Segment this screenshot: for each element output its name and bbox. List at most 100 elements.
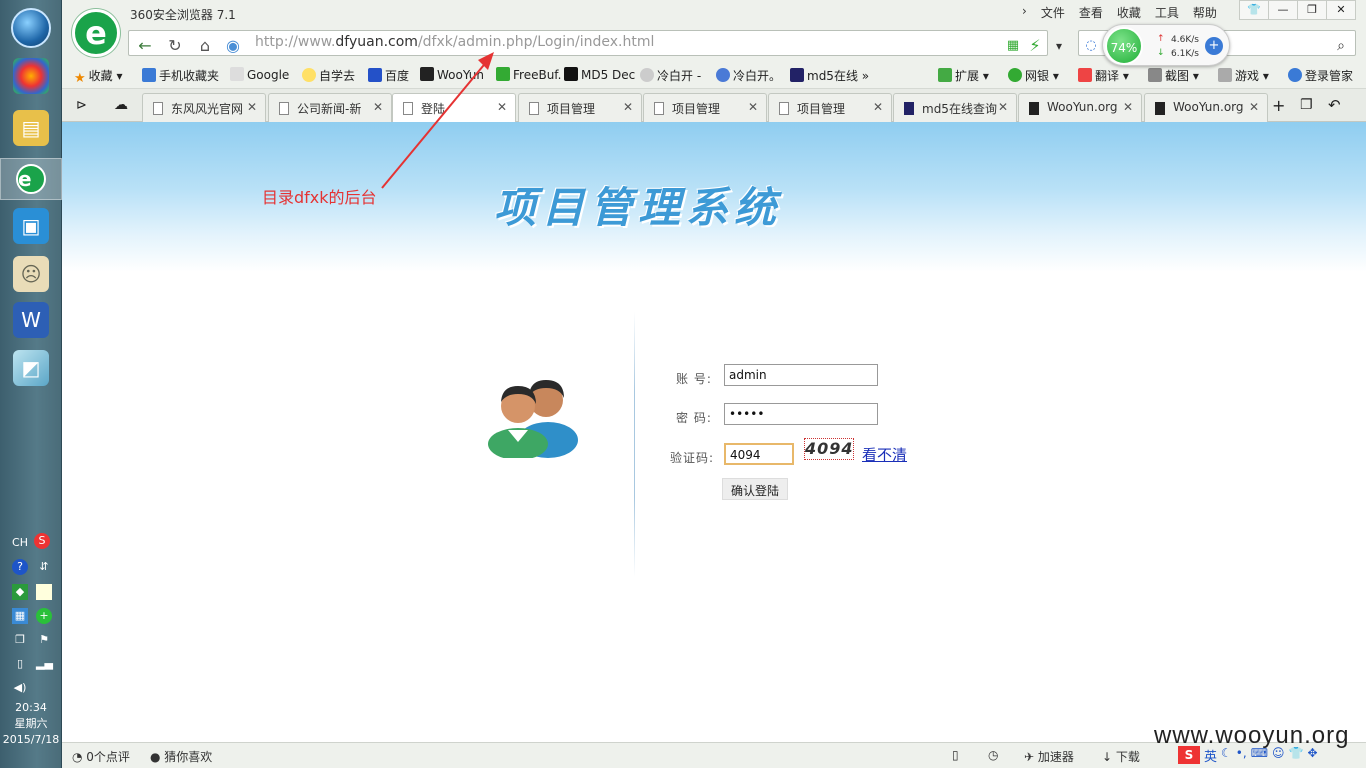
bulb-icon[interactable] (36, 584, 52, 600)
display-icon[interactable]: ▦ (12, 608, 28, 624)
gauge-icon[interactable]: ◷ (988, 748, 998, 762)
guess-status[interactable]: ● 猜你喜欢 (150, 748, 212, 765)
clipboard-icon[interactable]: ▯ (12, 656, 28, 672)
notebook-icon[interactable]: ◩ (13, 350, 49, 386)
download-button[interactable]: ↓ 下载 (1102, 748, 1140, 765)
captcha-refresh-link[interactable]: 看不清 (862, 444, 907, 465)
tab-close-icon[interactable]: ✕ (247, 100, 257, 114)
toolbar-translate[interactable]: 翻译 ▾ (1078, 67, 1129, 84)
tab-dongfeng[interactable]: 东风风光官网 ✕ (142, 93, 266, 122)
address-bar[interactable]: ← ↻ ⌂ ◉ http://www.dfyuan.com/dfxk/admin… (128, 30, 1062, 58)
tab-close-icon[interactable]: ✕ (373, 100, 383, 114)
password-input[interactable]: ••••• (724, 403, 878, 425)
speed-plus-icon[interactable]: + (1205, 37, 1223, 55)
word-icon[interactable]: W (13, 302, 49, 338)
bookmark-md5dec[interactable]: MD5 Dec (564, 67, 635, 82)
tab-wooyun-2[interactable]: WooYun.org ✕ (1144, 93, 1268, 122)
browser-logo-icon[interactable]: e (72, 9, 120, 57)
login-submit-button[interactable]: 确认登陆 (722, 478, 789, 500)
volume-icon[interactable]: ◀) (12, 680, 28, 696)
tab-list-icon[interactable]: ❐ (1300, 97, 1313, 113)
toolbar-screenshot[interactable]: 截图 ▾ (1148, 67, 1199, 84)
copy-icon[interactable]: ❐ (12, 632, 28, 648)
bookmark-google[interactable]: Google (230, 67, 289, 82)
menu-view[interactable]: 查看 (1079, 4, 1103, 21)
tab-project-2[interactable]: 项目管理 ✕ (643, 93, 767, 122)
sogou-ime-icon[interactable]: S (34, 533, 50, 549)
menu-file[interactable]: 文件 (1041, 4, 1065, 21)
help-icon[interactable]: ? (12, 559, 28, 575)
signal-icon[interactable]: ▂▄ (36, 656, 53, 672)
toolbar-extensions[interactable]: 扩展 ▾ (938, 67, 989, 84)
face-icon[interactable]: ☹ (13, 256, 49, 292)
bookmark-wooyun[interactable]: WooYun (420, 67, 484, 82)
md5-icon (904, 102, 914, 115)
bookmark-zixuequ[interactable]: 自学去 (302, 67, 355, 84)
tab-project-1[interactable]: 项目管理 ✕ (518, 93, 642, 122)
bookmark-lengbaikai-2[interactable]: 冷白开。 (716, 67, 781, 84)
sidebar-toggle-icon[interactable]: ⊳ (76, 98, 87, 113)
bookmark-baidu[interactable]: 百度 (368, 67, 409, 84)
shield-icon[interactable]: ◆ (12, 584, 28, 600)
search-icon[interactable]: ⌕ (1329, 34, 1353, 58)
app-colorful-icon[interactable] (13, 58, 49, 94)
menu-favorites[interactable]: 收藏 (1117, 4, 1141, 21)
toolbar-ebank[interactable]: 网银 ▾ (1008, 67, 1059, 84)
qrcode-icon[interactable]: ▦ (1001, 34, 1025, 58)
cloud-icon[interactable]: ☁ (114, 97, 128, 113)
menu-tools[interactable]: 工具 (1155, 4, 1179, 21)
globe-icon: ◉ (226, 36, 240, 55)
bookmark-freebuf[interactable]: FreeBuf. (496, 67, 561, 82)
folder-icon[interactable]: ▤ (13, 110, 49, 146)
tab-close-icon[interactable]: ✕ (998, 100, 1008, 114)
network-small-icon[interactable]: ⇵ (36, 559, 52, 575)
toolbar-login-manager[interactable]: 登录管家 (1288, 67, 1353, 84)
dropdown-icon[interactable]: ▾ (1047, 34, 1071, 58)
plus-icon[interactable]: + (36, 608, 52, 624)
refresh-icon[interactable]: ↻ (163, 34, 187, 58)
tab-project-3[interactable]: 项目管理 ✕ (768, 93, 892, 122)
download-arrow-icon: ↓ (1157, 48, 1165, 58)
skin-icon[interactable]: 👕 (1239, 0, 1269, 20)
new-tab-icon[interactable]: + (1272, 96, 1285, 115)
bookmark-mobile[interactable]: 手机收藏夹 (142, 67, 219, 84)
captcha-image[interactable]: 4094 (804, 438, 854, 460)
undo-close-icon[interactable]: ↶ (1328, 96, 1341, 114)
tab-close-icon[interactable]: ✕ (623, 100, 633, 114)
minimize-button[interactable]: — (1268, 0, 1298, 20)
back-icon[interactable]: ← (133, 34, 157, 58)
tab-md5[interactable]: md5在线查询 ✕ (893, 93, 1017, 122)
captcha-input[interactable]: 4094 (724, 443, 794, 465)
system-clock[interactable]: 20:34 星期六 2015/7/18 (0, 700, 62, 748)
username-input[interactable]: admin (724, 364, 878, 386)
virtualbox-icon[interactable]: ▣ (13, 208, 49, 244)
bookmark-lengbaikai-1[interactable]: 冷白开 - (640, 67, 701, 84)
input-lang-indicator[interactable]: CH (8, 535, 32, 551)
accelerator-button[interactable]: ✈ 加速器 (1024, 748, 1074, 765)
menu-help[interactable]: 帮助 (1193, 4, 1217, 21)
browser-360-icon[interactable]: e (0, 158, 62, 200)
bookmark-md5online[interactable]: md5在线 » (790, 67, 869, 84)
flag-icon[interactable]: ⚑ (36, 632, 52, 648)
tab-company-news[interactable]: 公司新闻-新 ✕ (268, 93, 392, 122)
tab-close-icon[interactable]: ✕ (1123, 100, 1133, 114)
bookmark-favorites[interactable]: ★ 收藏 ▾ (74, 67, 123, 86)
search-engine-icon[interactable]: ◌ (1079, 34, 1103, 58)
home-icon[interactable]: ⌂ (193, 34, 217, 58)
toolbar-games[interactable]: 游戏 ▾ (1218, 67, 1269, 84)
tab-close-icon[interactable]: ✕ (873, 100, 883, 114)
url-text[interactable]: http://www.dfyuan.com/dfxk/admin.php/Log… (255, 34, 654, 50)
tab-close-icon[interactable]: ✕ (748, 100, 758, 114)
maximize-button[interactable]: ❐ (1297, 0, 1327, 20)
speedup-icon[interactable]: ⚡ (1023, 34, 1047, 58)
tab-login[interactable]: 登陆 ✕ (392, 93, 516, 123)
tab-close-icon[interactable]: ✕ (1249, 100, 1259, 114)
network-speed-widget[interactable]: 74% 4.6K/s 6.1K/s ↑ ↓ + (1102, 24, 1230, 66)
mobile-icon[interactable]: ▯ (952, 748, 959, 762)
tab-close-icon[interactable]: ✕ (497, 100, 507, 114)
comments-status[interactable]: ◔ 0个点评 (72, 748, 130, 765)
menu-collapse-icon[interactable]: › (1022, 4, 1027, 21)
start-button[interactable] (11, 8, 51, 48)
close-button[interactable]: ✕ (1326, 0, 1356, 20)
tab-wooyun-1[interactable]: WooYun.org ✕ (1018, 93, 1142, 122)
